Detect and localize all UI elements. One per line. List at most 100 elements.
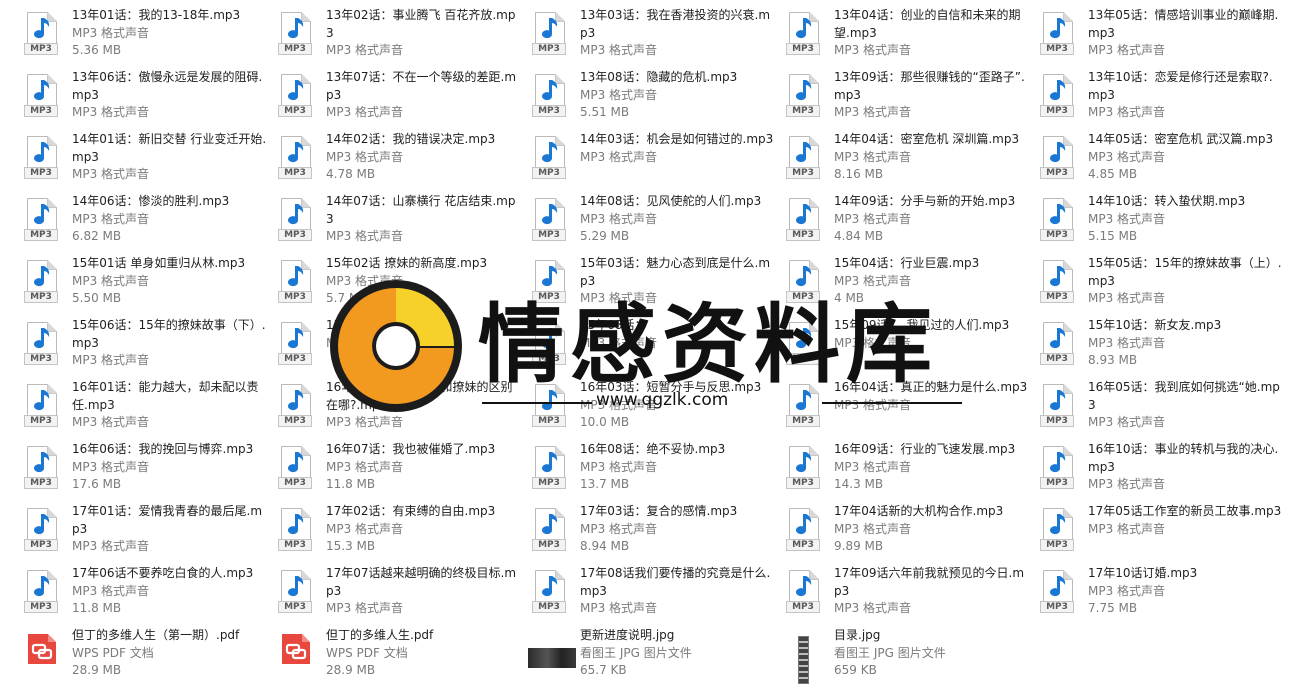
watermark-logo-icon <box>330 280 462 412</box>
file-item[interactable]: 但丁的多维人生（第一期）.pdf WPS PDF 文档 28.9 MB <box>22 622 276 684</box>
file-item[interactable]: MP3 16年05话：我到底如何挑选“她.mp3 MP3 格式声音 <box>1038 374 1292 436</box>
file-info: 更新进度说明.jpg 看图王 JPG 图片文件 65.7 KB <box>580 627 776 680</box>
file-item[interactable]: MP3 14年05话：密室危机 武汉篇.mp3 MP3 格式声音 4.85 MB <box>1038 126 1292 188</box>
mp3-label: MP3 <box>24 353 58 365</box>
file-item[interactable]: MP3 13年04话：创业的自信和未来的期望.mp3 MP3 格式声音 <box>784 2 1038 64</box>
file-name: 14年04话：密室危机 深圳篇.mp3 <box>834 132 1020 146</box>
file-name: 14年07话：山寨横行 花店结束.mp3 <box>326 194 516 226</box>
file-type: WPS PDF 文档 <box>72 645 154 660</box>
file-name: 14年05话：密室危机 武汉篇.mp3 <box>1088 132 1274 146</box>
mp3-label: MP3 <box>786 601 820 613</box>
file-info: 17年06话不要养吃白食的人.mp3 MP3 格式声音 11.8 MB <box>72 565 268 618</box>
mp3-label: MP3 <box>278 477 312 489</box>
file-info: 13年05话：情感培训事业的巅峰期.mp3 MP3 格式声音 <box>1088 7 1284 60</box>
file-size: 5.15 MB <box>1088 229 1138 243</box>
file-type: 看图王 JPG 图片文件 <box>580 645 692 660</box>
file-item[interactable]: MP3 13年09话：那些很赚钱的“歪路子”.mp3 MP3 格式声音 <box>784 64 1038 126</box>
mp3-file-icon: MP3 <box>1040 322 1074 366</box>
file-item[interactable]: MP3 13年08话：隐藏的危机.mp3 MP3 格式声音 5.51 MB <box>530 64 784 126</box>
mp3-file-icon: MP3 <box>278 198 312 242</box>
mp3-file-icon: MP3 <box>1040 74 1074 118</box>
mp3-label: MP3 <box>1040 167 1074 179</box>
file-item[interactable]: MP3 13年10话：恋爱是修行还是索取?.mp3 MP3 格式声音 <box>1038 64 1292 126</box>
file-item[interactable]: MP3 14年03话：机会是如何错过的.mp3 MP3 格式声音 <box>530 126 784 188</box>
file-item[interactable]: 目录.jpg 看图王 JPG 图片文件 659 KB <box>784 622 1038 684</box>
mp3-label: MP3 <box>786 105 820 117</box>
file-name: 17年07话越来越明确的终极目标.mp3 <box>326 566 517 598</box>
mp3-label: MP3 <box>278 415 312 427</box>
file-item[interactable]: MP3 13年02话：事业腾飞 百花齐放.mp3 MP3 格式声音 <box>276 2 530 64</box>
file-item[interactable]: MP3 17年09话六年前我就预见的今日.mp3 MP3 格式声音 <box>784 560 1038 622</box>
file-item[interactable]: MP3 14年09话：分手与新的开始.mp3 MP3 格式声音 4.84 MB <box>784 188 1038 250</box>
file-name: 17年04话新的大机构合作.mp3 <box>834 504 1004 518</box>
file-size: 4.85 MB <box>1088 167 1138 181</box>
file-item[interactable]: MP3 14年08话：见风使舵的人们.mp3 MP3 格式声音 5.29 MB <box>530 188 784 250</box>
file-item[interactable]: MP3 17年07话越来越明确的终极目标.mp3 MP3 格式声音 <box>276 560 530 622</box>
file-type: MP3 格式声音 <box>834 105 912 119</box>
file-item[interactable]: MP3 15年01话 单身如重归从林.mp3 MP3 格式声音 5.50 MB <box>22 250 276 312</box>
file-item[interactable]: MP3 16年09话：行业的飞速发展.mp3 MP3 格式声音 14.3 MB <box>784 436 1038 498</box>
file-info: 13年06话：傲慢永远是发展的阻碍.mp3 MP3 格式声音 <box>72 69 268 122</box>
file-item[interactable]: MP3 15年05话：15年的撩妹故事（上）.mp3 MP3 格式声音 <box>1038 250 1292 312</box>
mp3-label: MP3 <box>24 105 58 117</box>
file-info: 15年05话：15年的撩妹故事（上）.mp3 MP3 格式声音 <box>1088 255 1284 308</box>
file-info: 14年07话：山寨横行 花店结束.mp3 MP3 格式声音 <box>326 193 522 246</box>
file-item[interactable]: MP3 17年03话：复合的感情.mp3 MP3 格式声音 8.94 MB <box>530 498 784 560</box>
file-item[interactable]: MP3 14年10话：转入蛰伏期.mp3 MP3 格式声音 5.15 MB <box>1038 188 1292 250</box>
file-item[interactable]: MP3 14年02话：我的错误决定.mp3 MP3 格式声音 4.78 MB <box>276 126 530 188</box>
file-item[interactable]: MP3 14年04话：密室危机 深圳篇.mp3 MP3 格式声音 8.16 MB <box>784 126 1038 188</box>
file-item[interactable]: MP3 17年08话我们要传播的究竟是什么.mp3 MP3 格式声音 <box>530 560 784 622</box>
file-info: 17年10话订婚.mp3 MP3 格式声音 7.75 MB <box>1088 565 1284 618</box>
file-item[interactable]: MP3 13年07话：不在一个等级的差距.mp3 MP3 格式声音 <box>276 64 530 126</box>
file-name: 16年05话：我到底如何挑选“她.mp3 <box>1088 380 1280 412</box>
file-type: MP3 格式声音 <box>834 43 912 57</box>
mp3-label: MP3 <box>1040 539 1074 551</box>
mp3-file-icon: MP3 <box>24 260 58 304</box>
file-item[interactable]: MP3 14年07话：山寨横行 花店结束.mp3 MP3 格式声音 <box>276 188 530 250</box>
file-item[interactable]: 更新进度说明.jpg 看图王 JPG 图片文件 65.7 KB <box>528 622 784 684</box>
file-size: 5.50 MB <box>72 291 122 305</box>
file-name: 13年05话：情感培训事业的巅峰期.mp3 <box>1088 8 1279 40</box>
file-info: 13年10话：恋爱是修行还是索取?.mp3 MP3 格式声音 <box>1088 69 1284 122</box>
file-type: MP3 格式声音 <box>834 521 912 536</box>
mp3-file-icon: MP3 <box>278 384 312 428</box>
file-type: MP3 格式声音 <box>326 601 404 615</box>
mp3-file-icon: MP3 <box>532 508 566 552</box>
file-item[interactable]: 但丁的多维人生.pdf WPS PDF 文档 28.9 MB <box>276 622 530 684</box>
file-item[interactable]: MP3 15年06话：15年的撩妹故事（下）.mp3 MP3 格式声音 <box>22 312 276 374</box>
file-item[interactable]: MP3 17年02话：有束缚的自由.mp3 MP3 格式声音 15.3 MB <box>276 498 530 560</box>
file-item[interactable]: MP3 14年06话：惨淡的胜利.mp3 MP3 格式声音 6.82 MB <box>22 188 276 250</box>
file-type: WPS PDF 文档 <box>326 645 408 660</box>
file-item[interactable]: MP3 16年06话：我的挽回与博弈.mp3 MP3 格式声音 17.6 MB <box>22 436 276 498</box>
file-type: MP3 格式声音 <box>1088 477 1166 491</box>
watermark-title: 情感资料库 <box>478 295 938 395</box>
file-item[interactable]: MP3 16年07话：我也被催婚了.mp3 MP3 格式声音 11.8 MB <box>276 436 530 498</box>
mp3-file-icon: MP3 <box>24 198 58 242</box>
file-item[interactable]: MP3 13年03话：我在香港投资的兴衰.mp3 MP3 格式声音 <box>530 2 784 64</box>
file-item[interactable]: MP3 17年04话新的大机构合作.mp3 MP3 格式声音 9.89 MB <box>784 498 1038 560</box>
watermark-line-left <box>482 402 592 404</box>
file-item[interactable]: MP3 17年05话工作室的新员工故事.mp3 MP3 格式声音 <box>1038 498 1292 560</box>
file-name: 14年03话：机会是如何错过的.mp3 <box>580 132 774 146</box>
file-item[interactable]: MP3 16年10话：事业的转机与我的决心.mp3 MP3 格式声音 <box>1038 436 1292 498</box>
file-item[interactable]: MP3 16年08话：绝不妥协.mp3 MP3 格式声音 13.7 MB <box>530 436 784 498</box>
file-item[interactable]: MP3 13年01话：我的13-18年.mp3 MP3 格式声音 5.36 MB <box>22 2 276 64</box>
file-item[interactable]: MP3 13年06话：傲慢永远是发展的阻碍.mp3 MP3 格式声音 <box>22 64 276 126</box>
file-item[interactable]: MP3 14年01话：新旧交替 行业变迁开始.mp3 MP3 格式声音 <box>22 126 276 188</box>
file-name: 17年09话六年前我就预见的今日.mp3 <box>834 566 1025 598</box>
mp3-file-icon: MP3 <box>532 12 566 56</box>
file-item[interactable]: MP3 15年10话：新女友.mp3 MP3 格式声音 8.93 MB <box>1038 312 1292 374</box>
mp3-file-icon: MP3 <box>532 446 566 490</box>
file-name: 17年02话：有束缚的自由.mp3 <box>326 504 496 518</box>
mp3-label: MP3 <box>1040 291 1074 303</box>
file-type: MP3 格式声音 <box>72 415 150 429</box>
file-item[interactable]: MP3 17年06话不要养吃白食的人.mp3 MP3 格式声音 11.8 MB <box>22 560 276 622</box>
file-item[interactable]: MP3 17年10话订婚.mp3 MP3 格式声音 7.75 MB <box>1038 560 1292 622</box>
file-name: 13年03话：我在香港投资的兴衰.mp3 <box>580 8 771 40</box>
file-item[interactable]: MP3 17年01话：爱情我青春的最后尾.mp3 MP3 格式声音 <box>22 498 276 560</box>
file-type: MP3 格式声音 <box>1088 291 1166 305</box>
file-item[interactable]: MP3 16年01话：能力越大，却未配以责任.mp3 MP3 格式声音 <box>22 374 276 436</box>
file-name: 16年06话：我的挽回与博弈.mp3 <box>72 442 254 456</box>
file-item[interactable]: MP3 13年05话：情感培训事业的巅峰期.mp3 MP3 格式声音 <box>1038 2 1292 64</box>
mp3-label: MP3 <box>278 539 312 551</box>
